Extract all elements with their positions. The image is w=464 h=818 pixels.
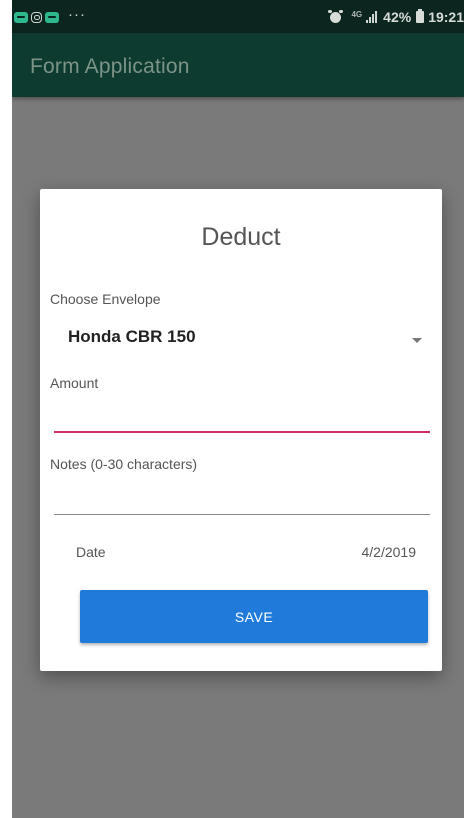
network-type-indicator: 4G [351, 11, 362, 19]
date-label: Date [76, 544, 106, 560]
status-bar: ··· 4G 42% 19:21 [12, 0, 464, 33]
date-value[interactable]: 4/2/2019 [362, 544, 417, 560]
notes-label: Notes (0-30 characters) [50, 456, 198, 472]
notes-input[interactable] [54, 485, 430, 515]
save-button[interactable]: SAVE [80, 590, 428, 643]
instagram-icon [31, 11, 42, 23]
message-icon [45, 11, 59, 23]
app-bar: Form Application [12, 33, 464, 97]
amount-input[interactable] [54, 403, 430, 433]
alarm-icon [328, 9, 344, 23]
envelope-selected-value: Honda CBR 150 [68, 327, 196, 346]
envelope-spinner[interactable]: Honda CBR 150 [66, 323, 426, 357]
notification-area: ··· [14, 7, 86, 27]
system-status-area: 4G 42% 19:21 [328, 6, 464, 28]
clock: 19:21 [428, 9, 464, 25]
battery-icon [416, 9, 425, 23]
device-frame: ··· 4G 42% 19:21 Form Application Deduct… [12, 0, 464, 818]
network-type-label: 4G [351, 10, 363, 19]
signal-icon [366, 11, 378, 23]
battery-percent: 42% [383, 9, 412, 25]
app-title: Form Application [30, 55, 190, 78]
dropdown-arrow-icon [412, 338, 422, 343]
more-notifications-icon: ··· [68, 5, 86, 23]
screen: ··· 4G 42% 19:21 Form Application Deduct… [12, 0, 464, 818]
dialog-title: Deduct [201, 223, 281, 251]
amount-label: Amount [50, 375, 99, 391]
envelope-label: Choose Envelope [50, 291, 161, 307]
deduct-dialog: Deduct Choose Envelope Honda CBR 150 Amo… [40, 189, 442, 671]
message-icon [14, 11, 28, 23]
